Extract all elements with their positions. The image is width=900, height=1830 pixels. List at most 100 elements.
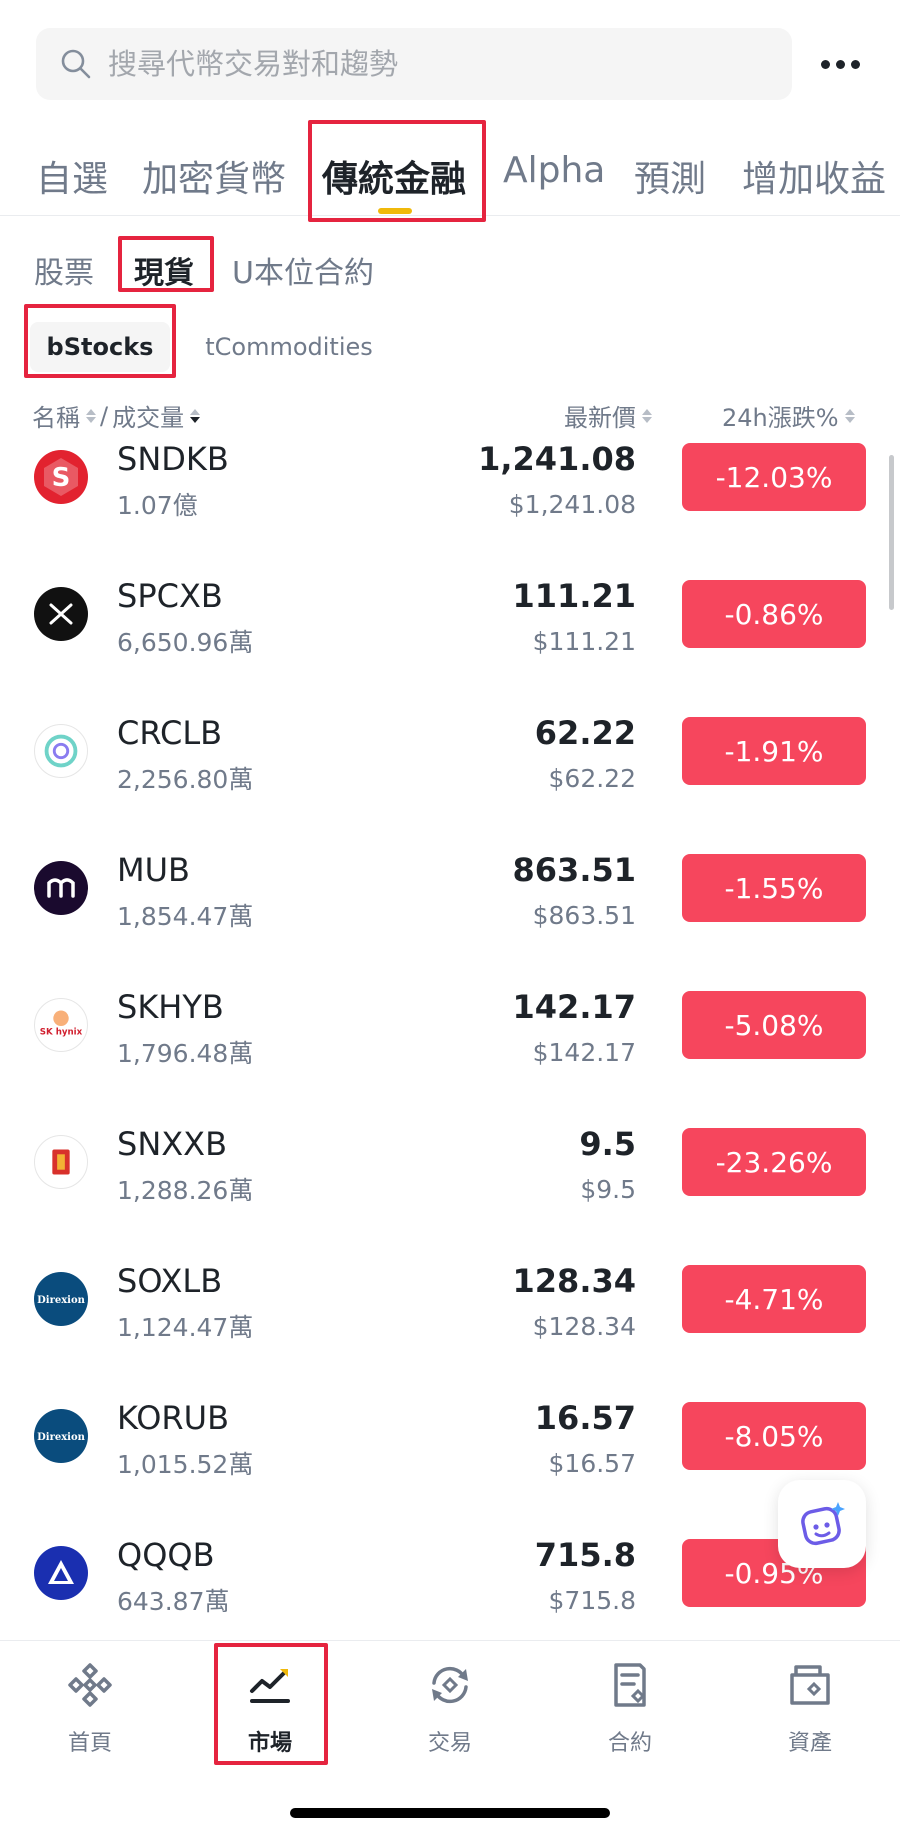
tab-watchlist[interactable]: 自選 [36,150,108,202]
price: 111.21 [512,577,636,615]
bottom-nav: 首頁 市場 交易 合約 資產 [0,1640,900,1830]
table-row[interactable]: SPCXB 6,650.96萬 111.21 $111.21 -0.86% [0,577,900,714]
direxion-logo-text: Direxion [37,1295,86,1306]
chip-tcommodities[interactable]: tCommodities [196,322,382,372]
fiat-price: $128.34 [532,1312,636,1341]
nav-home[interactable]: 首頁 [20,1659,160,1769]
table-row[interactable]: Direxion KORUB 1,015.52萬 16.57 $16.57 -8… [0,1399,900,1536]
sk-hynix-logo-text: SK hynix [40,1028,83,1038]
sort-icon [86,408,96,423]
scrollbar[interactable] [889,455,894,610]
volume: 1,124.47萬 [117,1313,254,1342]
change-badge[interactable]: -4.71% [682,1265,866,1333]
trade-icon [432,1666,468,1704]
fiat-price: $1,241.08 [508,490,636,519]
search-input[interactable] [108,47,748,81]
table-row[interactable]: CRCLB 2,256.80萬 62.22 $62.22 -1.91% [0,714,900,851]
volume: 643.87萬 [117,1587,230,1616]
fiat-price: $62.22 [548,764,636,793]
home-indicator [290,1808,610,1818]
sort-icon [844,408,855,423]
nav-label: 首頁 [67,1731,112,1756]
price: 16.57 [534,1399,636,1437]
sandisk-logo-icon: S [34,450,88,504]
column-header-price[interactable]: 最新價 [564,398,652,433]
fiat-price: $16.57 [548,1449,636,1478]
price: 863.51 [512,851,636,889]
highlight-box [308,120,486,222]
nav-trade[interactable]: 交易 [380,1659,520,1769]
symbol: SKHYB [117,988,224,1026]
direxion-logo-text: Direxion [37,1432,86,1443]
subtab-stocks[interactable]: 股票 [34,248,94,292]
symbol: KORUB [117,1399,230,1437]
table-row[interactable]: SNXXB 1,288.26萬 9.5 $9.5 -23.26% [0,1125,900,1262]
fiat-price: $715.8 [548,1586,636,1615]
price: 9.5 [579,1125,636,1163]
fiat-price: $863.51 [532,901,636,930]
symbol: QQQB [117,1536,215,1574]
change-badge[interactable]: -0.86% [682,580,866,648]
change-badge[interactable]: -5.08% [682,991,866,1059]
sort-icon [642,408,652,423]
search-bar[interactable] [36,28,792,100]
change-badge[interactable]: -8.05% [682,1402,866,1470]
highlight-box [118,236,214,292]
symbol: SOXLB [117,1262,223,1300]
tab-crypto[interactable]: 加密貨幣 [142,150,286,202]
direxion-logo-icon: Direxion [34,1272,88,1326]
sort-desc-icon [190,408,201,423]
circle-logo-icon [34,724,88,778]
change-badge[interactable]: -1.91% [682,717,866,785]
column-separator: / [100,401,109,430]
price: 715.8 [534,1536,636,1574]
qqq-logo-icon [34,1546,88,1600]
highlight-box [24,304,176,378]
price: 128.34 [512,1262,636,1300]
column-name-label: 名稱 [32,404,80,432]
subtab-usdm-futures[interactable]: U本位合約 [232,248,374,292]
highlight-box [214,1643,328,1765]
change-badge[interactable]: -1.55% [682,854,866,922]
nav-assets[interactable]: 資產 [740,1659,880,1769]
change-badge[interactable]: -23.26% [682,1128,866,1196]
tab-earn[interactable]: 增加收益 [742,150,886,202]
ai-assistant-button[interactable] [778,1480,866,1568]
more-options-button[interactable] [812,44,868,84]
snxx-logo-icon [34,1135,88,1189]
home-icon [68,1663,112,1707]
column-header-change[interactable]: 24h漲跌% [722,398,855,433]
symbol: SNDKB [117,440,229,478]
column-volume-label: 成交量 [112,404,185,432]
table-row[interactable]: QQQB 643.87萬 715.8 $715.8 -0.95% [0,1536,900,1640]
table-row[interactable]: MUB 1,854.47萬 863.51 $863.51 -1.55% [0,851,900,988]
futures-icon [614,1663,646,1707]
table-row[interactable]: S SNDKB 1.07億 1,241.08 $1,241.08 -12.03% [0,440,900,577]
sk-hynix-logo-icon: SK hynix [34,998,88,1052]
more-dot [835,59,845,69]
nav-futures[interactable]: 合約 [560,1659,700,1769]
column-header-name-volume[interactable]: 名稱 / 成交量 [32,398,201,433]
price: 142.17 [512,988,636,1026]
fiat-price: $142.17 [532,1038,636,1067]
volume: 1,854.47萬 [117,902,254,931]
tab-alpha[interactable]: Alpha [503,150,605,191]
table-row[interactable]: SK hynix SKHYB 1,796.48萬 142.17 $142.17 … [0,988,900,1125]
market-list: S SNDKB 1.07億 1,241.08 $1,241.08 -12.03%… [0,440,900,1640]
symbol: CRCLB [117,714,223,752]
volume: 1,288.26萬 [117,1176,254,1205]
change-badge[interactable]: -12.03% [682,443,866,511]
fiat-price: $111.21 [532,627,636,656]
column-change-label: 24h漲跌% [722,404,839,432]
symbol: SPCXB [117,577,223,615]
market-screen: 自選 加密貨幣 傳統金融 Alpha 預測 增加收益 股票 現貨 U本位合約 b… [0,0,900,1830]
wallet-icon [790,1665,830,1705]
tab-prediction[interactable]: 預測 [634,150,706,202]
fiat-price: $9.5 [580,1175,636,1204]
volume: 2,256.80萬 [117,765,254,794]
price: 62.22 [534,714,636,752]
ai-assistant-icon [801,1502,845,1546]
table-row[interactable]: Direxion SOXLB 1,124.47萬 128.34 $128.34 … [0,1262,900,1399]
price: 1,241.08 [478,440,636,478]
svg-text:S: S [52,463,71,493]
